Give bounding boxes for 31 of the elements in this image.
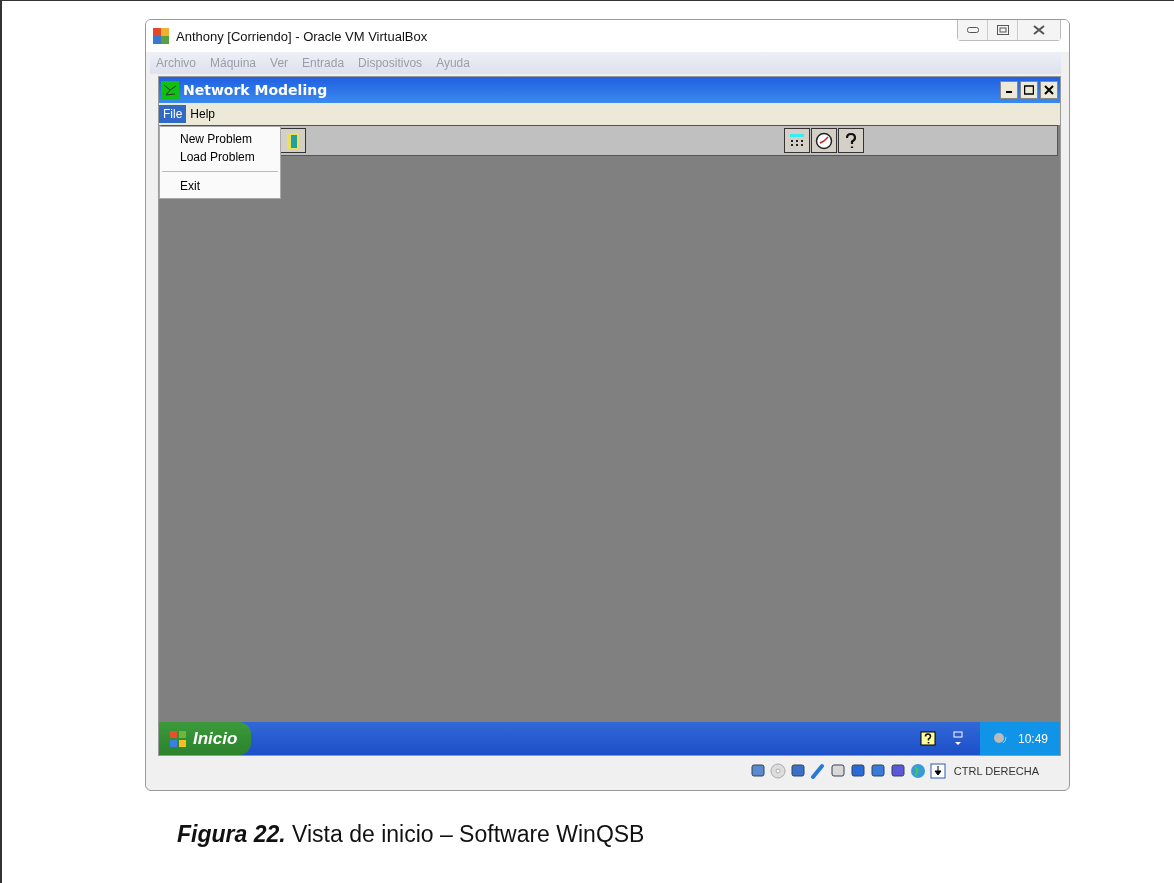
minimize-icon: [966, 27, 979, 33]
close-button[interactable]: [1018, 20, 1060, 40]
window-title: Anthony [Corriendo] - Oracle VM VirtualBox: [176, 28, 428, 44]
network-status-icon[interactable]: [951, 730, 964, 747]
calculator-icon[interactable]: [784, 128, 810, 153]
door-icon[interactable]: [280, 128, 306, 153]
windows-logo-icon: [169, 729, 187, 748]
menu-item[interactable]: File: [159, 105, 187, 123]
figure-caption: Figura 22. Vista de inicio – Software WinQSB: [177, 821, 646, 848]
clock-time: 10:49: [1017, 731, 1048, 746]
close-icon: [1033, 25, 1045, 35]
restore-icon: [996, 25, 1009, 35]
start-button[interactable]: Inicio: [159, 722, 251, 755]
host-key-label: CTRL DERECHA: [953, 765, 1039, 777]
download-icon[interactable]: [929, 763, 946, 779]
maximize-button[interactable]: [1020, 81, 1038, 99]
maximize-button[interactable]: [988, 20, 1018, 40]
menu-item[interactable]: Load Problem: [160, 148, 280, 166]
help-icon[interactable]: [919, 730, 936, 747]
maximize-icon: [1024, 85, 1034, 95]
app-title: Network Modeling: [183, 82, 328, 98]
menu-item[interactable]: New Problem: [160, 130, 280, 148]
close-icon: [1044, 85, 1054, 95]
app-logo-icon: [152, 27, 170, 45]
clock-icon[interactable]: [811, 128, 837, 153]
minimize-button[interactable]: [1000, 81, 1018, 99]
usb-icon[interactable]: [809, 763, 826, 779]
help-icon[interactable]: [838, 128, 864, 153]
menu-item[interactable]: Exit: [160, 177, 280, 195]
menu-item[interactable]: Help: [186, 105, 220, 123]
close-button[interactable]: [1040, 81, 1058, 99]
